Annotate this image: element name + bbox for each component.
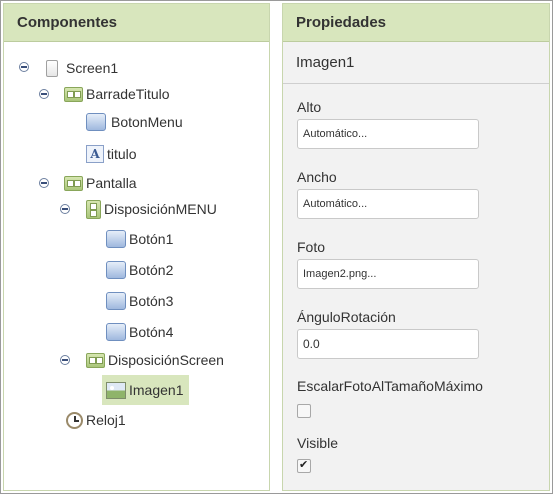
tree-item-label: titulo (107, 146, 137, 162)
tree-item-boton2[interactable]: Botón2 (106, 258, 173, 282)
tree-item-label: Screen1 (66, 60, 119, 76)
angulo-rotacion-input[interactable]: 0.0 (297, 329, 479, 359)
horizontal-arrangement-icon (64, 175, 83, 191)
tree-item-disposicionmenu[interactable]: DisposiciónMENU (86, 197, 217, 221)
tree-item-reloj1[interactable]: Reloj1 (66, 408, 126, 432)
tree-item-screen1[interactable]: Screen1 (46, 56, 118, 80)
ancho-label: Ancho (297, 169, 337, 185)
escalar-checkbox[interactable] (297, 404, 311, 418)
tree-item-boton1[interactable]: Botón1 (106, 227, 173, 251)
tree-item-label: Reloj1 (86, 412, 126, 428)
ancho-field[interactable]: Automático... (297, 189, 479, 219)
horizontal-arrangement-icon (64, 86, 83, 102)
collapse-disposicionmenu-icon[interactable] (59, 203, 71, 215)
vertical-arrangement-icon (86, 199, 101, 219)
tree-item-titulo[interactable]: A titulo (86, 142, 137, 166)
screen-icon (46, 59, 58, 77)
tree-item-label: DisposiciónScreen (108, 352, 224, 368)
clock-icon (66, 411, 83, 429)
visible-label: Visible (297, 435, 338, 451)
image-icon (106, 381, 126, 399)
tree-item-label: Botón1 (129, 231, 174, 247)
tree-item-botonmenu[interactable]: BotonMenu (86, 110, 183, 134)
button-icon (106, 292, 126, 310)
button-icon (86, 113, 106, 131)
button-icon (106, 261, 126, 279)
tree-item-pantalla[interactable]: Pantalla (64, 171, 137, 195)
visible-checkbox[interactable] (297, 458, 311, 473)
properties-header: Propiedades (283, 4, 549, 42)
tree-item-label: Pantalla (86, 175, 137, 191)
tree-item-label: BotonMenu (111, 114, 183, 130)
tree-item-boton4[interactable]: Botón4 (106, 320, 173, 344)
collapse-pantalla-icon[interactable] (38, 177, 50, 189)
foto-label: Foto (297, 239, 326, 255)
tree-item-barradetitulo[interactable]: BarradeTitulo (64, 82, 170, 106)
properties-panel: Propiedades Imagen1 Alto Automático... A… (282, 3, 550, 491)
tree-item-label: Botón2 (129, 262, 174, 278)
components-panel: Componentes Screen1 BarradeTitulo BotonM… (3, 3, 270, 491)
alto-field[interactable]: Automático... (297, 119, 479, 149)
selected-component-name: Imagen1 (283, 42, 549, 84)
collapse-disposicionscreen-icon[interactable] (59, 354, 71, 366)
foto-field[interactable]: Imagen2.png... (297, 259, 479, 289)
tree-item-label: Botón4 (129, 324, 174, 340)
alto-label: Alto (297, 99, 322, 115)
tree-item-imagen1[interactable]: Imagen1 (102, 375, 190, 405)
label-icon: A (86, 145, 104, 163)
tree-item-disposicionscreen[interactable]: DisposiciónScreen (86, 348, 224, 372)
button-icon (106, 230, 126, 248)
tree-item-label: Botón3 (129, 293, 174, 309)
collapse-barradetitulo-icon[interactable] (38, 88, 50, 100)
tree-item-label: BarradeTitulo (86, 86, 170, 102)
button-icon (106, 323, 126, 341)
tree-item-label: DisposiciónMENU (104, 201, 217, 217)
tree-item-label: Imagen1 (129, 382, 184, 398)
escalar-label: EscalarFotoAlTamañoMáximo (297, 378, 483, 394)
angulo-rotacion-label: ÁnguloRotación (297, 309, 396, 325)
components-header: Componentes (4, 4, 269, 42)
tree-item-boton3[interactable]: Botón3 (106, 289, 173, 313)
collapse-screen1-icon[interactable] (18, 61, 30, 73)
horizontal-arrangement-icon (86, 352, 105, 368)
